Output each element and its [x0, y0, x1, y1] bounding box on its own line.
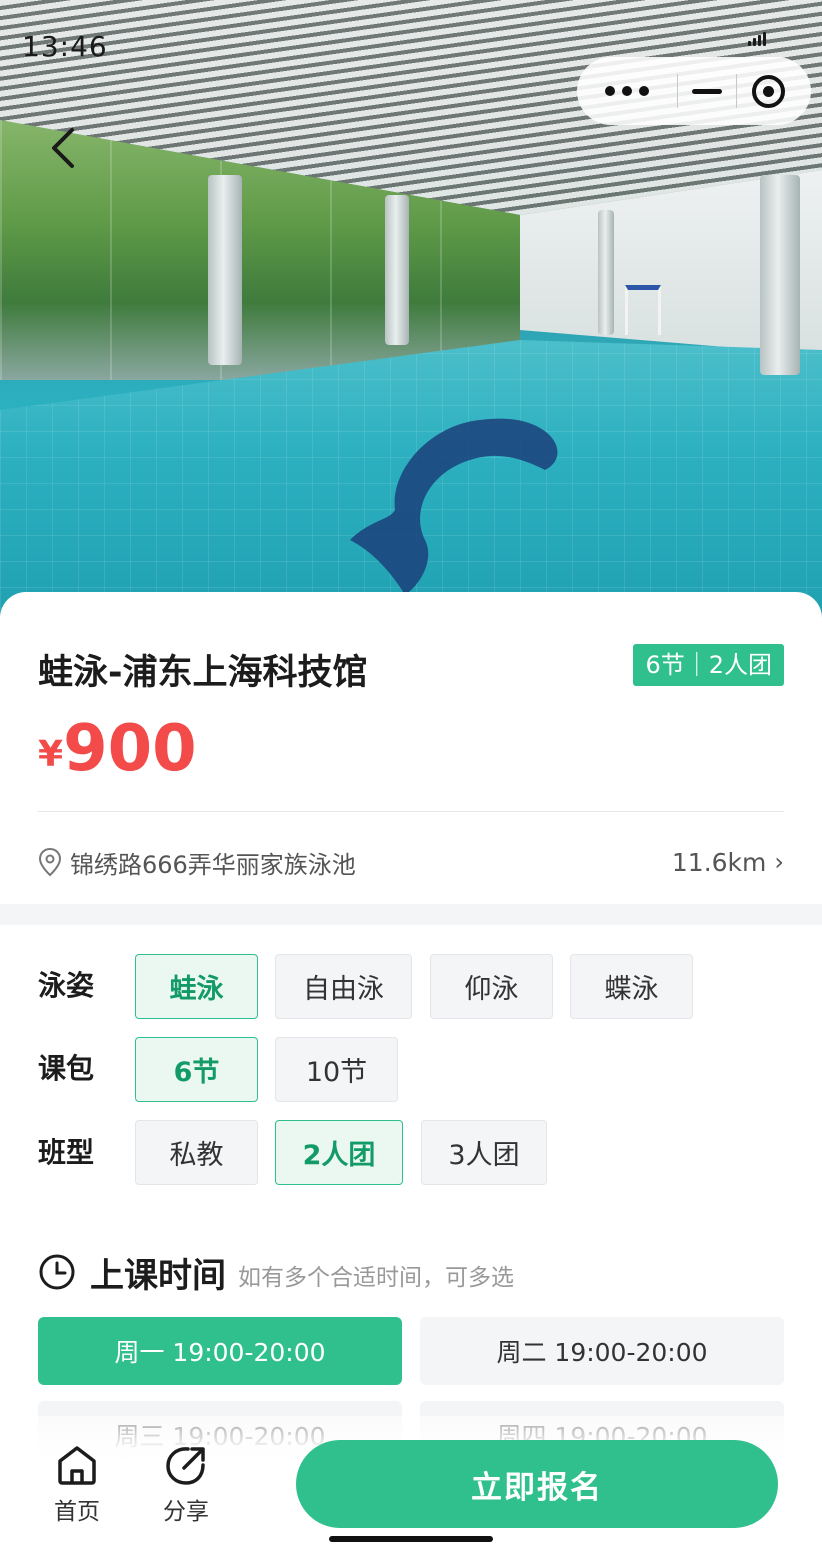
package-badge: 6节｜2人团	[633, 644, 784, 686]
chevron-left-icon	[52, 128, 74, 168]
status-bar-time: 13:46	[22, 30, 108, 63]
stroke-option-freestyle[interactable]: 自由泳	[275, 954, 412, 1019]
hero-pillar	[760, 175, 800, 375]
home-indicator	[329, 1536, 493, 1542]
class-option-2-person[interactable]: 2人团	[275, 1120, 403, 1185]
class-type-label: 班型	[38, 1136, 95, 1169]
home-tab-button[interactable]: 首页	[37, 1444, 117, 1526]
course-info-card: 蛙泳-浦东上海科技馆 6节｜2人团 ¥900 锦绣路666弄华丽家族泳池 11.…	[0, 592, 822, 904]
hero-pillar	[598, 210, 614, 335]
hero-lifeguard-chair	[625, 285, 661, 335]
share-tab-button[interactable]: 分享	[146, 1444, 226, 1526]
divider	[38, 811, 784, 812]
price: ¥900	[38, 712, 197, 786]
enroll-now-button[interactable]: 立即报名	[296, 1440, 778, 1528]
schedule-hint: 如有多个合适时间，可多选	[238, 1265, 514, 1291]
hero-pillar	[385, 195, 409, 345]
package-option-10[interactable]: 10节	[275, 1037, 398, 1102]
class-option-3-person[interactable]: 3人团	[421, 1120, 547, 1185]
section-gap	[0, 904, 822, 925]
address-text: 锦绣路666弄华丽家族泳池	[70, 850, 356, 879]
clock-icon	[39, 1254, 75, 1290]
distance-text: 11.6km	[671, 847, 767, 877]
share-tab-label: 分享	[163, 1499, 209, 1525]
package-label: 课包	[38, 1052, 95, 1085]
hero-pillar	[208, 175, 242, 365]
stroke-label: 泳姿	[38, 969, 95, 1002]
location-pin-icon	[38, 847, 62, 877]
dolphin-mosaic	[350, 418, 558, 595]
currency-symbol: ¥	[38, 734, 64, 775]
target-close-icon[interactable]	[737, 57, 799, 125]
mini-program-capsule	[577, 57, 811, 125]
course-title: 蛙泳-浦东上海科技馆	[38, 653, 368, 693]
package-option-6[interactable]: 6节	[135, 1037, 258, 1102]
stroke-option-butterfly[interactable]: 蝶泳	[570, 954, 693, 1019]
address-row[interactable]: 锦绣路666弄华丽家族泳池 11.6km ›	[38, 844, 784, 880]
chevron-right-icon: ›	[774, 848, 784, 876]
back-button[interactable]	[38, 120, 88, 176]
signal-icon	[748, 30, 770, 46]
class-option-private[interactable]: 私教	[135, 1120, 258, 1185]
minimize-icon[interactable]	[678, 57, 736, 125]
stroke-option-breaststroke[interactable]: 蛙泳	[135, 954, 258, 1019]
time-slot-monday[interactable]: 周一 19:00-20:00	[38, 1317, 402, 1385]
schedule-title: 上课时间	[90, 1255, 226, 1296]
schedule-header: 上课时间 如有多个合适时间，可多选	[38, 1250, 514, 1296]
home-icon	[58, 1446, 96, 1485]
home-tab-label: 首页	[54, 1499, 100, 1525]
price-value: 900	[63, 712, 197, 786]
share-icon	[166, 1447, 205, 1485]
stroke-option-backstroke[interactable]: 仰泳	[430, 954, 553, 1019]
time-slot-tuesday[interactable]: 周二 19:00-20:00	[420, 1317, 784, 1385]
more-dots-icon[interactable]	[577, 57, 677, 125]
